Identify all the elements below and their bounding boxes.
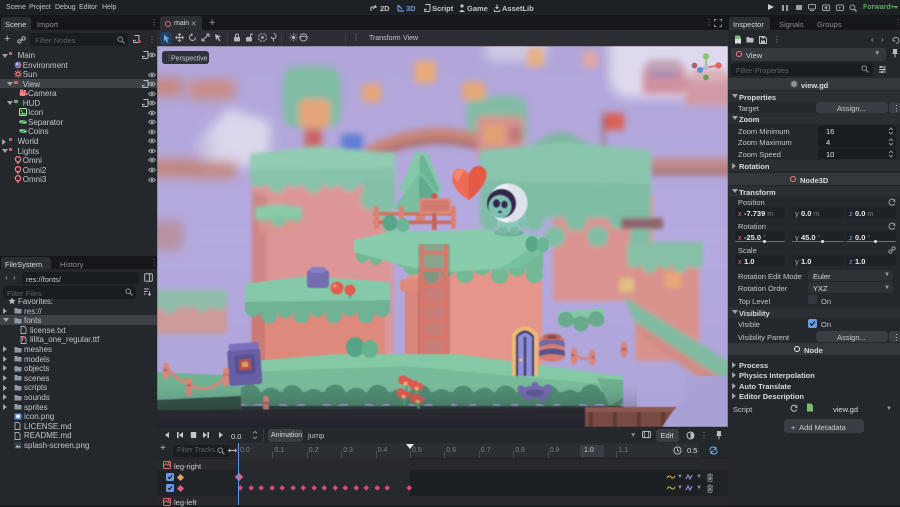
- svg-text:Perspective: Perspective: [171, 56, 208, 63]
- svg-text:⋮: ⋮: [166, 55, 173, 62]
